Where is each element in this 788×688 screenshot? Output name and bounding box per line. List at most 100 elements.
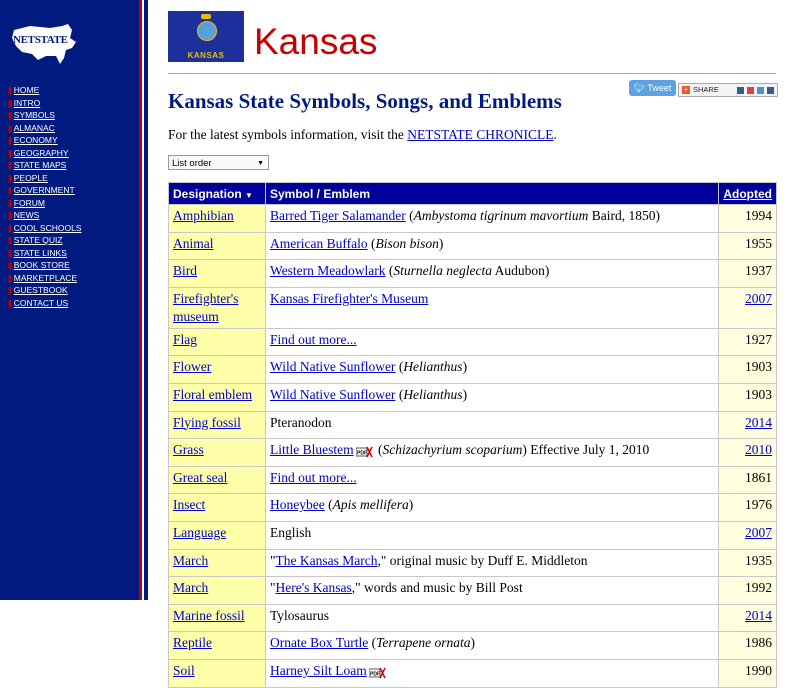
nav-bullet-icon: || <box>8 272 12 283</box>
symbol-link[interactable]: Barred Tiger Salamander <box>270 208 406 223</box>
sidebar-item-label[interactable]: BOOK STORE <box>14 260 70 270</box>
sidebar-item-label[interactable]: GOVERNMENT <box>14 185 75 195</box>
sidebar-item-people[interactable]: || PEOPLE <box>8 172 81 185</box>
sidebar-item-intro[interactable]: || INTRO <box>8 97 81 110</box>
sidebar-item-label[interactable]: STATE LINKS <box>14 248 67 258</box>
sidebar-item-book-store[interactable]: || BOOK STORE <box>8 259 81 272</box>
symbol-link[interactable]: Here's Kansas <box>276 580 352 595</box>
sidebar-item-contact-us[interactable]: || CONTACT US <box>8 297 81 310</box>
designation-link[interactable]: March <box>173 553 208 568</box>
designation-link[interactable]: Insect <box>173 497 205 512</box>
adopted-cell: 1927 <box>718 327 777 357</box>
sidebar-item-label[interactable]: STATE QUIZ <box>14 235 63 245</box>
designation-link[interactable]: March <box>173 580 208 595</box>
sidebar-item-state-links[interactable]: || STATE LINKS <box>8 247 81 260</box>
share-button[interactable]: + SHARE <box>678 83 778 97</box>
sidebar-item-state-maps[interactable]: || STATE MAPS <box>8 159 81 172</box>
designation-link[interactable]: Reptile <box>173 635 212 650</box>
nav-bullet-icon: || <box>8 260 12 270</box>
sidebar-item-label[interactable]: FORUM <box>14 198 45 208</box>
designation-link[interactable]: Floral emblem <box>173 387 252 402</box>
sidebar-item-home[interactable]: || HOME <box>8 84 81 97</box>
symbol-link[interactable]: Little Bluestem <box>270 442 354 457</box>
symbol-link[interactable]: Kansas Firefighter's Museum <box>270 291 428 306</box>
sidebar-item-government[interactable]: || GOVERNMENT <box>8 184 81 197</box>
facebook-icon[interactable] <box>736 87 744 94</box>
sidebar-item-label[interactable]: NEWS <box>14 210 40 220</box>
facebook-f-icon[interactable] <box>767 87 774 94</box>
adopted-year-link[interactable]: 2010 <box>745 442 772 457</box>
nav-bullet-icon: || <box>8 235 12 245</box>
sidebar-item-label[interactable]: ALMANAC <box>14 123 55 133</box>
symbols-table: Designation ▼ Symbol / Emblem Adopted Am… <box>168 182 777 688</box>
nav-bullet-icon: || <box>8 247 12 258</box>
sidebar-item-marketplace[interactable]: || MARKETPLACE <box>8 272 81 285</box>
bookmark-icon[interactable] <box>746 87 754 94</box>
designation-link[interactable]: Firefighter's museum <box>173 291 238 324</box>
sidebar-item-label[interactable]: HOME <box>14 85 40 95</box>
sidebar-item-state-quiz[interactable]: || STATE QUIZ <box>8 234 81 247</box>
designation-link[interactable]: Language <box>173 525 226 540</box>
sidebar-item-label[interactable]: CONTACT US <box>14 298 68 308</box>
symbol-link[interactable]: Wild Native Sunflower <box>270 387 395 402</box>
designation-link[interactable]: Amphibian <box>173 208 234 223</box>
designation-link[interactable]: Soil <box>173 663 195 678</box>
symbol-link[interactable]: Harney Silt Loam <box>270 663 367 678</box>
adopted-year: 1976 <box>745 497 772 513</box>
adopted-cell: 2007 <box>718 286 777 329</box>
symbol-link[interactable]: Ornate Box Turtle <box>270 635 368 650</box>
sidebar-item-symbols[interactable]: || SYMBOLS <box>8 109 81 122</box>
table-row: Language English 2007 <box>168 520 777 550</box>
designation-link[interactable]: Great seal <box>173 470 227 485</box>
adopted-year: 1990 <box>745 662 772 678</box>
designation-link[interactable]: Bird <box>173 263 197 278</box>
adopted-year-link[interactable]: 2007 <box>745 525 772 540</box>
adopted-cell: 2014 <box>718 410 777 440</box>
pdf-icon[interactable]: PDF <box>368 666 386 679</box>
sidebar-item-label[interactable]: GEOGRAPHY <box>14 148 69 158</box>
delicious-icon[interactable] <box>756 87 764 94</box>
sidebar-item-cool-schools[interactable]: || COOL SCHOOLS <box>8 222 81 235</box>
sidebar-item-economy[interactable]: || ECONOMY <box>8 134 81 147</box>
designation-link[interactable]: Grass <box>173 442 204 457</box>
symbol-link[interactable]: Find out more... <box>270 332 357 347</box>
symbol-link[interactable]: Honeybee <box>270 497 325 512</box>
sidebar-item-label[interactable]: GUESTBOOK <box>14 285 68 295</box>
sidebar-item-label[interactable]: COOL SCHOOLS <box>14 223 82 233</box>
sidebar-item-label[interactable]: ECONOMY <box>14 135 58 145</box>
sidebar-item-forum[interactable]: || FORUM <box>8 197 81 210</box>
sidebar-item-guestbook[interactable]: || GUESTBOOK <box>8 284 81 297</box>
adopted-year-link[interactable]: 2007 <box>745 291 772 306</box>
sidebar-item-label[interactable]: MARKETPLACE <box>14 273 77 283</box>
nav-bullet-icon: || <box>8 185 12 195</box>
symbol-link[interactable]: Find out more... <box>270 470 357 485</box>
list-order-select[interactable]: List order ▼ <box>168 155 269 170</box>
designation-cell: Floral emblem <box>168 382 266 412</box>
adopted-cell: 1935 <box>718 548 777 578</box>
sidebar-item-label[interactable]: INTRO <box>14 98 40 108</box>
tweet-button[interactable]: 🐦︎ Tweet <box>629 80 676 96</box>
designation-link[interactable]: Flag <box>173 332 197 347</box>
sidebar-item-almanac[interactable]: || ALMANAC <box>8 122 81 135</box>
designation-link[interactable]: Marine fossil <box>173 608 245 623</box>
sidebar-item-label[interactable]: SYMBOLS <box>14 110 55 120</box>
symbol-link[interactable]: American Buffalo <box>270 236 368 251</box>
sidebar-item-geography[interactable]: || GEOGRAPHY <box>8 147 81 160</box>
symbol-link[interactable]: Western Meadowlark <box>270 263 386 278</box>
designation-link[interactable]: Flower <box>173 359 211 374</box>
netstate-chronicle-link[interactable]: NETSTATE CHRONICLE <box>407 127 553 142</box>
adopted-year-link[interactable]: 2014 <box>745 415 772 430</box>
sidebar-item-label[interactable]: PEOPLE <box>14 173 48 183</box>
designation-link[interactable]: Flying fossil <box>173 415 241 430</box>
symbol-link[interactable]: Wild Native Sunflower <box>270 359 395 374</box>
sidebar-item-news[interactable]: || NEWS <box>8 209 81 222</box>
pdf-icon[interactable]: PDF <box>355 445 373 458</box>
designation-link[interactable]: Animal <box>173 236 214 251</box>
nav-bullet-icon: || <box>8 285 12 295</box>
nav-bullet-icon: || <box>8 160 12 170</box>
sidebar-item-label[interactable]: STATE MAPS <box>14 160 67 170</box>
designation-header[interactable]: Designation ▼ <box>168 182 266 205</box>
symbol-link[interactable]: The Kansas March <box>276 553 378 568</box>
adopted-year-link[interactable]: 2014 <box>745 608 772 623</box>
adopted-header[interactable]: Adopted <box>718 182 777 205</box>
